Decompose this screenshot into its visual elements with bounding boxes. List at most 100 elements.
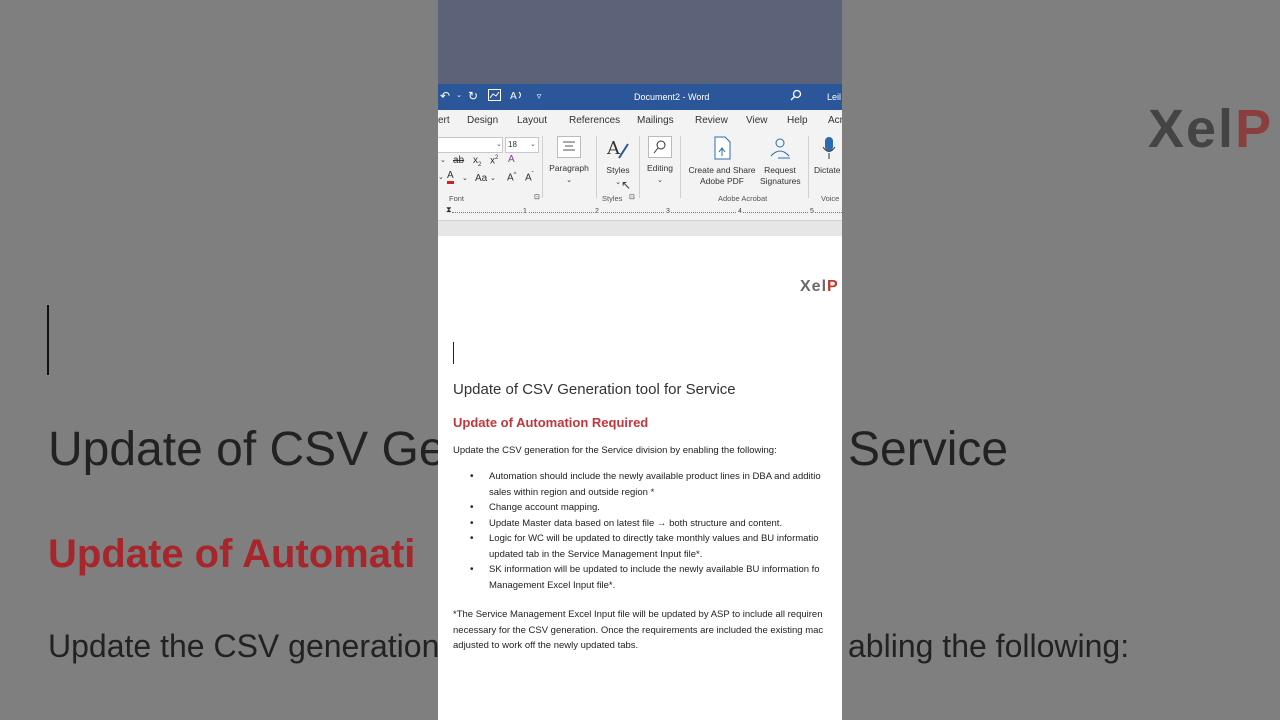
logo-main: Xel <box>800 278 828 295</box>
ruler[interactable]: ⧗ 1 2 3 4 5 <box>438 205 842 221</box>
footnote-line: adjusted to work off the newly updated t… <box>453 640 639 651</box>
grow-font-icon[interactable]: A^ <box>507 172 517 183</box>
document-subheading: Update of Automation Required <box>453 415 649 430</box>
font-name-dropdown-icon[interactable]: ⌄ <box>496 140 502 148</box>
list-item: Change account mapping. <box>453 500 842 516</box>
chevron-down-icon[interactable]: ⌄ <box>438 173 444 181</box>
indent-marker-icon[interactable]: ⧗ <box>446 205 452 215</box>
dialog-launcher-icon[interactable]: ⊡ <box>629 193 635 201</box>
background-subheading: Update of Automati <box>48 532 416 576</box>
ribbon-separator <box>680 136 681 198</box>
request-label-1: Request <box>764 165 796 175</box>
background-cursor <box>47 305 49 375</box>
ribbon-separator <box>542 136 543 198</box>
ruler-number: 1 <box>522 208 528 215</box>
ruler-number: 4 <box>737 208 743 215</box>
dialog-launcher-icon[interactable]: ⊡ <box>534 193 540 201</box>
ribbon-separator <box>639 136 640 198</box>
chevron-down-icon[interactable]: ⌄ <box>440 156 446 164</box>
document-title: Document2 - Word <box>634 92 710 102</box>
font-size-value: 18 <box>508 140 517 149</box>
list-item: Update Master data based on latest file … <box>453 516 842 532</box>
text-cursor <box>453 342 454 364</box>
background-logo: XelP <box>1148 98 1273 160</box>
undo-icon[interactable]: ↶ <box>438 89 452 103</box>
search-icon[interactable] <box>789 89 803 103</box>
styles-icon: A <box>601 136 635 163</box>
font-name-input[interactable] <box>438 137 503 153</box>
create-share-label-1: Create and Share <box>688 165 756 175</box>
text-effects-icon[interactable]: A <box>508 154 515 165</box>
tab-mailings[interactable]: Mailings <box>637 115 674 126</box>
background-logo-accent: P <box>1235 99 1274 159</box>
tab-design[interactable]: Design <box>467 115 498 126</box>
signature-icon <box>760 136 800 163</box>
microphone-icon <box>822 136 842 163</box>
strikethrough-icon[interactable]: ab <box>453 155 464 166</box>
intro-paragraph: Update the CSV generation for the Servic… <box>453 445 777 456</box>
tab-layout[interactable]: Layout <box>517 115 547 126</box>
dictate-label: Dictate <box>814 165 841 175</box>
ruler-number: 5 <box>809 208 815 215</box>
bullet-list: Automation should include the newly avai… <box>453 469 842 593</box>
create-share-pdf-button[interactable]: Create and Share Adobe PDF <box>684 136 760 187</box>
chevron-down-icon: ⌄ <box>566 177 572 184</box>
group-label-font: Font <box>449 194 465 203</box>
change-case-icon[interactable]: Aa <box>475 173 487 184</box>
font-color-icon[interactable]: A <box>447 171 454 184</box>
background-heading-right: Service <box>848 423 1009 476</box>
page-gap <box>438 221 842 236</box>
mouse-pointer-icon: ↖ <box>621 178 632 192</box>
background-body: Update the CSV generation <box>48 628 440 664</box>
dictate-button[interactable]: Dictate <box>814 136 842 176</box>
background-heading: Update of CSV Ge <box>48 423 446 476</box>
paragraph-icon <box>548 136 590 161</box>
undo-dropdown-icon[interactable]: ⌄ <box>452 89 466 103</box>
editing-label: Editing <box>647 163 673 173</box>
ruler-number: 3 <box>665 208 671 215</box>
ribbon-separator <box>596 136 597 198</box>
background-logo-main: Xel <box>1148 99 1236 159</box>
request-signatures-button[interactable]: Request Signatures <box>760 136 801 187</box>
footnote-line: *The Service Management Excel Input file… <box>453 609 823 620</box>
editing-button[interactable]: Editing ⌄ <box>643 136 677 186</box>
tab-view[interactable]: View <box>746 115 768 126</box>
ruler-number: 2 <box>594 208 600 215</box>
tab-references[interactable]: References <box>569 115 620 126</box>
shrink-font-icon[interactable]: Aˇ <box>525 172 534 183</box>
request-label-2: Signatures <box>760 176 801 186</box>
chart-icon[interactable] <box>487 89 501 103</box>
subscript-icon[interactable]: x2 <box>473 155 481 168</box>
chevron-down-icon[interactable]: ⌄ <box>490 174 496 182</box>
tab-acrobat[interactable]: Acr <box>828 115 842 126</box>
logo-accent: P <box>827 278 839 295</box>
document-heading: Update of CSV Generation tool for Servic… <box>453 381 736 398</box>
word-window-frame: ↶ ⌄ ↻ A ▿ Document2 - Word Leil ert Desi… <box>438 0 842 720</box>
tab-insert[interactable]: ert <box>438 115 450 126</box>
list-item-continuation: sales within region and outside region * <box>489 486 655 498</box>
group-label-voice: Voice <box>821 194 840 203</box>
customize-toolbar-icon[interactable]: ▿ <box>532 89 546 103</box>
user-name[interactable]: Leil <box>827 92 841 102</box>
paragraph-label: Paragraph <box>549 163 589 173</box>
chevron-down-icon[interactable]: ⌄ <box>462 174 468 182</box>
read-aloud-icon[interactable]: A <box>510 89 524 103</box>
frame-top-area <box>438 0 842 84</box>
ribbon-tabs: ert Design Layout References Mailings Re… <box>438 110 842 132</box>
create-share-label-2: Adobe PDF <box>700 176 744 186</box>
svg-text:A: A <box>510 91 517 101</box>
tab-review[interactable]: Review <box>695 115 728 126</box>
tab-help[interactable]: Help <box>787 115 808 126</box>
paragraph-button[interactable]: Paragraph ⌄ <box>548 136 590 186</box>
ruler-ticks <box>452 212 842 214</box>
redo-icon[interactable]: ↻ <box>466 89 480 103</box>
document-page[interactable]: XelP Update of CSV Generation tool for S… <box>438 236 842 720</box>
title-bar: ↶ ⌄ ↻ A ▿ Document2 - Word Leil <box>438 84 842 110</box>
chevron-down-icon: ⌄ <box>657 177 663 184</box>
ribbon-separator <box>808 136 809 198</box>
superscript-icon[interactable]: x2 <box>490 155 498 166</box>
list-item-continuation: Management Excel Input file*. <box>489 579 616 591</box>
font-size-dropdown-icon[interactable]: ⌄ <box>530 140 536 148</box>
editing-icon <box>643 136 677 161</box>
group-label-styles: Styles <box>602 194 623 203</box>
